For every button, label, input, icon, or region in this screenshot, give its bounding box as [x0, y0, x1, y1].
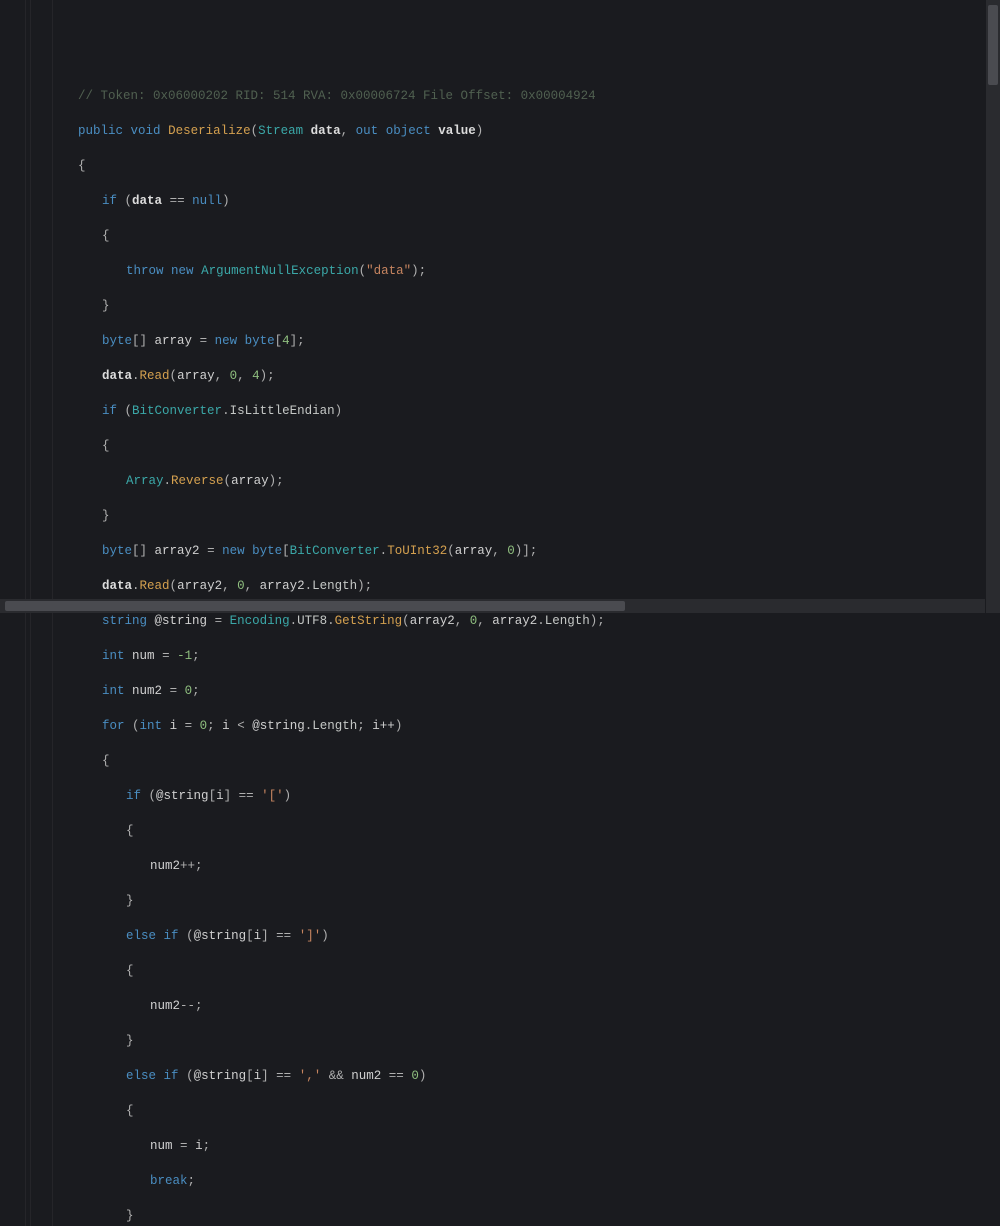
code-line: break;	[30, 1173, 1000, 1191]
brace: {	[30, 1103, 1000, 1121]
code-editor[interactable]: // Token: 0x06000202 RID: 514 RVA: 0x000…	[0, 0, 1000, 1226]
brace: }	[30, 508, 1000, 526]
brace: }	[30, 893, 1000, 911]
code-line: num = i;	[30, 1138, 1000, 1156]
vertical-scrollbar[interactable]	[986, 0, 1000, 613]
brace: {	[30, 823, 1000, 841]
code-line: int num = -1;	[30, 648, 1000, 666]
brace: {	[30, 158, 1000, 176]
code-line: num2++;	[30, 858, 1000, 876]
method-signature: public void Deserialize(Stream data, out…	[30, 123, 1000, 141]
code-line: string @string = Encoding.UTF8.GetString…	[30, 613, 1000, 631]
brace: {	[30, 963, 1000, 981]
code-line: throw new ArgumentNullException("data");	[30, 263, 1000, 281]
scroll-thumb[interactable]	[5, 601, 625, 611]
brace: {	[30, 228, 1000, 246]
code-line: int num2 = 0;	[30, 683, 1000, 701]
scroll-thumb[interactable]	[988, 5, 998, 85]
brace: {	[30, 438, 1000, 456]
code-line: data.Read(array2, 0, array2.Length);	[30, 578, 1000, 596]
code-line: if (data == null)	[30, 193, 1000, 211]
brace: }	[30, 298, 1000, 316]
code-line: byte[] array2 = new byte[BitConverter.To…	[30, 543, 1000, 561]
horizontal-scrollbar[interactable]	[0, 599, 985, 613]
code-line: num2--;	[30, 998, 1000, 1016]
code-line: data.Read(array, 0, 4);	[30, 368, 1000, 386]
code-line: if (BitConverter.IsLittleEndian)	[30, 403, 1000, 421]
code-line: if (@string[i] == '[')	[30, 788, 1000, 806]
code-line: for (int i = 0; i < @string.Length; i++)	[30, 718, 1000, 736]
brace: {	[30, 753, 1000, 771]
code-line: else if (@string[i] == ']')	[30, 928, 1000, 946]
comment-line: // Token: 0x06000202 RID: 514 RVA: 0x000…	[30, 88, 1000, 106]
code-line: Array.Reverse(array);	[30, 473, 1000, 491]
code-line: byte[] array = new byte[4];	[30, 333, 1000, 351]
brace: }	[30, 1208, 1000, 1226]
brace: }	[30, 1033, 1000, 1051]
code-line: else if (@string[i] == ',' && num2 == 0)	[30, 1068, 1000, 1086]
